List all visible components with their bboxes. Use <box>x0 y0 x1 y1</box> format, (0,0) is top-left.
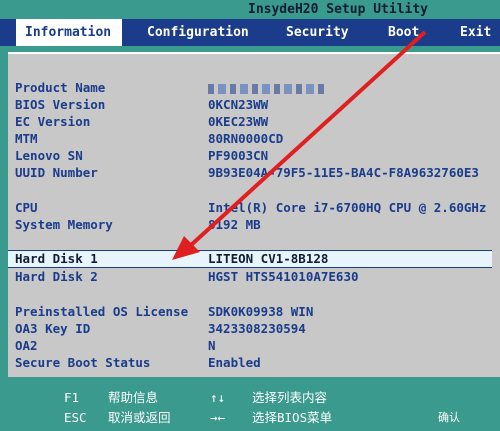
row-oa2: OA2 N <box>8 337 492 355</box>
tab-configuration[interactable]: Configuration <box>138 19 258 46</box>
row-value: SDK0K09938 WIN <box>208 304 314 319</box>
tab-information[interactable]: Information <box>16 19 122 46</box>
f1-key: F1 <box>64 390 80 405</box>
row-os-license: Preinstalled OS License SDK0K09938 WIN <box>8 303 492 321</box>
up-down-arrows-icon: ↑↓ <box>210 390 226 405</box>
row-value: PF9003CN <box>208 148 269 163</box>
row-lenovo-sn: Lenovo SN PF9003CN <box>8 147 492 165</box>
row-label: Product Name <box>15 80 106 95</box>
row-label: MTM <box>15 131 38 146</box>
key-help-footer: F1 帮助信息 ESC 取消或返回 ↑↓ 选择列表内容 →← 选择BIOS菜单 … <box>0 385 500 431</box>
row-product-name: Product Name <box>8 79 492 97</box>
row-label: OA2 <box>15 338 38 353</box>
left-right-arrows-icon: →← <box>210 410 226 425</box>
tab-exit[interactable]: Exit <box>451 19 500 46</box>
row-label: OA3 Key ID <box>15 321 91 336</box>
row-bios-version: BIOS Version 0KCN23WW <box>8 96 492 114</box>
row-value: 0KCN23WW <box>208 97 269 112</box>
row-value: Intel(R) Core i7-6700HQ CPU @ 2.60GHz <box>208 200 487 215</box>
row-label: EC Version <box>15 114 91 129</box>
row-secure-boot: Secure Boot Status Enabled <box>8 354 492 372</box>
menu-bar: Information Configuration Security Boot … <box>0 19 500 46</box>
information-panel: Product Name BIOS Version 0KCN23WW EC Ve… <box>8 52 500 377</box>
row-label: Hard Disk 1 <box>15 251 98 266</box>
row-value: 8192 MB <box>208 217 261 232</box>
enter-label: 确认 <box>438 411 460 424</box>
row-value: LITEON CV1-8B128 <box>208 251 329 266</box>
row-value: 80RN0000CD <box>208 131 284 146</box>
row-cpu: CPU Intel(R) Core i7-6700HQ CPU @ 2.60GH… <box>8 199 492 217</box>
row-ec-version: EC Version 0KEC23WW <box>8 113 492 131</box>
up-down-description: 选择列表内容 <box>252 390 328 405</box>
row-label: System Memory <box>15 217 113 232</box>
row-oa3-key: OA3 Key ID 3423308230594 <box>8 320 492 338</box>
row-value: 9B93E04A-79F5-11E5-BA4C-F8A9632760E3 <box>208 165 479 180</box>
left-right-description: 选择BIOS菜单 <box>252 410 333 425</box>
row-value: N <box>208 338 216 353</box>
product-name-redacted <box>208 79 328 97</box>
row-label: Secure Boot Status <box>15 355 151 370</box>
row-label: BIOS Version <box>15 97 106 112</box>
row-label: Hard Disk 2 <box>15 269 98 284</box>
app-title: InsydeH20 Setup Utility <box>248 2 429 17</box>
title-bar: InsydeH20 Setup Utility <box>0 0 500 19</box>
esc-key: ESC <box>64 410 87 425</box>
row-label: CPU <box>15 200 38 215</box>
row-uuid: UUID Number 9B93E04A-79F5-11E5-BA4C-F8A9… <box>8 164 492 182</box>
row-label: UUID Number <box>15 165 98 180</box>
esc-description: 取消或返回 <box>108 410 171 425</box>
row-mtm: MTM 80RN0000CD <box>8 130 492 148</box>
tab-boot[interactable]: Boot <box>379 19 428 46</box>
row-value: HGST HTS541010A7E630 <box>208 269 359 284</box>
row-value: 3423308230594 <box>208 321 306 336</box>
row-system-memory: System Memory 8192 MB <box>8 216 492 234</box>
tab-security[interactable]: Security <box>277 19 358 46</box>
row-value: Enabled <box>208 355 261 370</box>
row-value: 0KEC23WW <box>208 114 269 129</box>
row-label: Lenovo SN <box>15 148 83 163</box>
row-hard-disk-1[interactable]: Hard Disk 1 LITEON CV1-8B128 <box>8 250 492 268</box>
row-label: Preinstalled OS License <box>15 304 189 319</box>
f1-description: 帮助信息 <box>108 390 159 405</box>
row-hard-disk-2[interactable]: Hard Disk 2 HGST HTS541010A7E630 <box>8 268 492 286</box>
